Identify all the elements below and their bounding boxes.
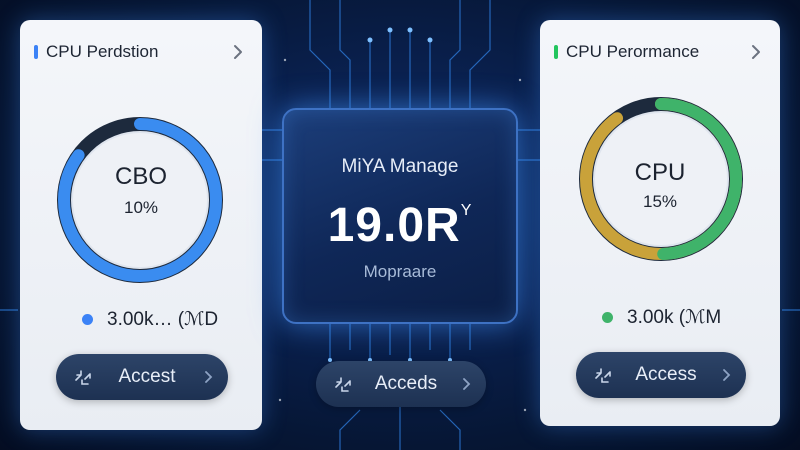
chip-title: MiYA Manage — [341, 156, 459, 177]
card-header: CPU Perdstion — [34, 40, 248, 64]
stat-text: 3.00k (ℳM — [627, 307, 722, 328]
button-label: Accest — [118, 366, 176, 387]
chevron-right-icon[interactable] — [228, 42, 248, 62]
stat-text: 3.00k… (ℳD — [107, 309, 219, 330]
ring-value: 15% — [642, 192, 678, 211]
access-button-right[interactable]: Access — [576, 352, 746, 398]
title-accent-bar — [554, 45, 558, 59]
access-button-left[interactable]: Accest — [56, 354, 228, 400]
chevron-right-icon — [463, 378, 471, 390]
connection-icon — [595, 368, 611, 383]
chevron-right-icon — [723, 369, 731, 381]
chevron-right-icon — [205, 371, 213, 383]
chip-value-suffix: Y — [460, 202, 473, 219]
chevron-right-icon[interactable] — [746, 42, 766, 62]
processor-chip-panel: MiYA Manage 19.0RY Mopraare — [282, 108, 518, 324]
card-title: CPU Perdstion — [46, 42, 159, 61]
ring-value: 10% — [123, 198, 159, 217]
status-dot — [602, 312, 613, 323]
stat-row: 3.00k (ℳM — [602, 306, 721, 329]
connection-icon — [75, 370, 91, 385]
stat-row: 3.00k… (ℳD — [82, 308, 218, 331]
title-accent-bar — [34, 45, 38, 59]
card-title: CPU Perormance — [566, 42, 700, 61]
ring-label: CPU — [634, 159, 686, 186]
status-dot — [82, 314, 93, 325]
chip-subtitle: Mopraare — [363, 262, 437, 281]
chip-value: 19.0RY — [327, 199, 473, 252]
card-header: CPU Perormance — [554, 40, 766, 64]
ring-label: CBO — [114, 163, 167, 190]
access-button-center[interactable]: Acceds — [316, 361, 486, 407]
button-label: Access — [635, 364, 697, 385]
button-label: Acceds — [374, 373, 438, 394]
connection-icon — [335, 377, 351, 392]
